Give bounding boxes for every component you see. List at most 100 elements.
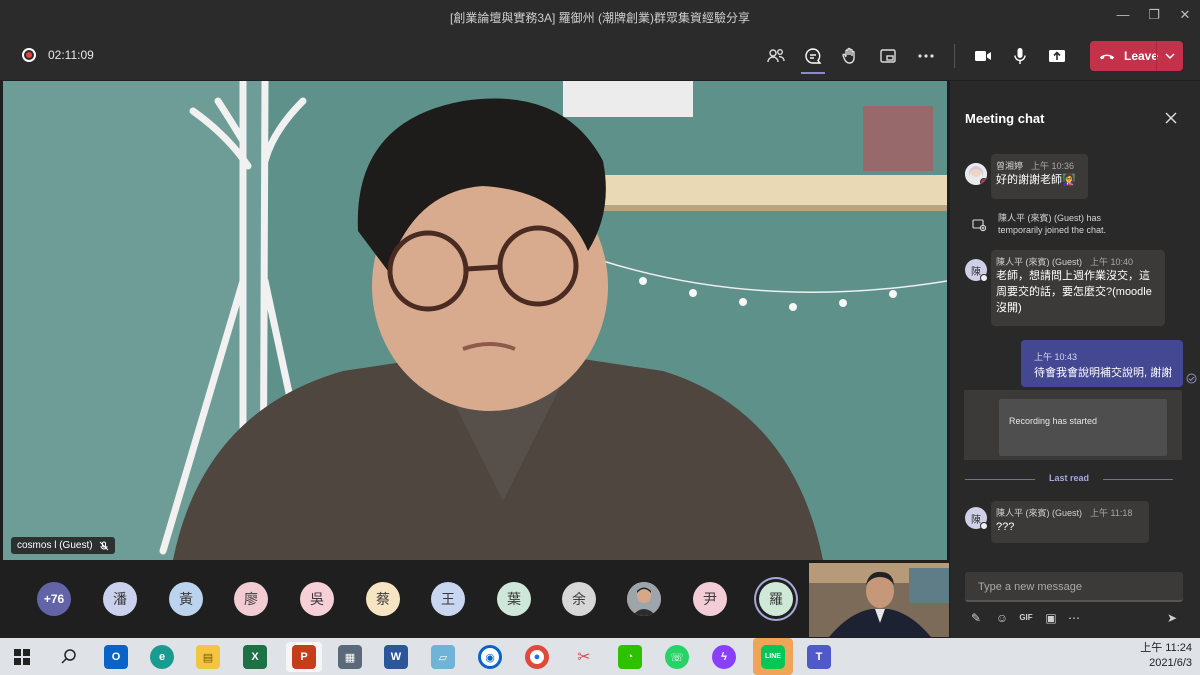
teams-icon[interactable]: T — [807, 645, 831, 669]
message-text: ??? — [996, 521, 1015, 533]
my-chat-message: 上午 10:43 待會我會說明補交說明, 謝謝 — [1021, 340, 1183, 387]
message-compose-input[interactable]: Type a new message — [965, 572, 1183, 602]
line-icon: LINE — [761, 644, 785, 669]
meeting-control-bar: 02:11:09 Leave — [0, 32, 1200, 80]
microphone-button[interactable] — [1008, 44, 1032, 68]
sender-avatar: 陳 — [965, 259, 988, 282]
word-icon[interactable]: W — [384, 645, 408, 669]
share-screen-icon — [1049, 50, 1065, 62]
mic-off-icon — [99, 541, 108, 550]
title-bar: [創業論壇與實務3A] 羅御州 (潮牌創業)群眾集資經驗分享 — ❐ ✕ — [0, 0, 1200, 32]
more-participants-button[interactable]: +76 — [37, 582, 71, 616]
hand-icon — [842, 47, 855, 64]
chrome-icon[interactable]: ● — [525, 645, 549, 669]
messenger-icon[interactable]: ϟ — [712, 645, 736, 669]
camera-button[interactable] — [971, 44, 995, 68]
more-options-icon[interactable]: ⋯ — [1066, 610, 1082, 626]
participant-avatar[interactable]: 吳 — [300, 582, 334, 616]
gif-icon[interactable]: GIF — [1018, 610, 1034, 626]
close-window-icon[interactable]: ✕ — [1177, 7, 1193, 23]
chat-message: 陳人平 (來賓) (Guest) 上午 11:18 ??? — [991, 501, 1149, 543]
powerpoint-icon: P — [292, 645, 316, 669]
wechat-icon[interactable]: ◔ — [618, 645, 642, 669]
edge-icon[interactable]: e — [150, 645, 174, 669]
windows-taskbar: O e ▤ X P ▦ W ▱ ◉ ● ✂ ◔ ☏ ϟ LINE T 上午 11… — [0, 638, 1200, 675]
participant-avatar[interactable]: 王 — [431, 582, 465, 616]
taskbar-highlighted-app[interactable]: LINE — [753, 638, 793, 675]
message-text-line: 沒開) — [996, 302, 1022, 314]
active-speaker-avatar[interactable]: 羅 — [759, 582, 793, 616]
read-receipt-icon — [1186, 373, 1197, 384]
message-time: 上午 11:18 — [1090, 508, 1133, 518]
system-clock[interactable]: 上午 11:24 2021/6/3 — [1140, 641, 1192, 671]
participant-photo-avatar[interactable] — [627, 582, 661, 616]
leave-split-divider — [1156, 41, 1157, 71]
participant-avatar[interactable]: 潘 — [103, 582, 137, 616]
app-icon[interactable]: ◉ — [478, 645, 502, 669]
outlook-icon[interactable]: O — [104, 645, 128, 669]
participant-avatar[interactable]: 葉 — [497, 582, 531, 616]
main-participant-label: cosmos l (Guest) — [11, 537, 115, 554]
search-icon[interactable] — [60, 648, 77, 665]
rooms-button[interactable] — [876, 44, 900, 68]
reactions-button[interactable] — [838, 44, 862, 68]
system-message-line: temporarily joined the chat. — [998, 225, 1107, 235]
participants-button[interactable] — [764, 44, 788, 68]
format-icon[interactable]: ✎ — [968, 610, 984, 626]
participant-avatar[interactable]: 蔡 — [366, 582, 400, 616]
excel-icon[interactable]: X — [243, 645, 267, 669]
message-time: 上午 10:43 — [1034, 352, 1078, 362]
divider-line — [1103, 479, 1173, 480]
recording-notice: Recording has started — [999, 399, 1167, 456]
participant-avatar[interactable]: 余 — [562, 582, 596, 616]
send-icon[interactable]: ➤ — [1164, 610, 1180, 626]
close-icon[interactable] — [1163, 110, 1179, 126]
whatsapp-icon[interactable]: ☏ — [665, 645, 689, 669]
microphone-icon — [1014, 48, 1026, 64]
participant-avatar[interactable]: 黃 — [169, 582, 203, 616]
more-icon — [918, 54, 934, 58]
meeting-timer: 02:11:09 — [48, 48, 94, 62]
emoji-icon[interactable]: ☺ — [994, 610, 1010, 626]
hang-up-icon — [1099, 54, 1115, 60]
sticker-icon[interactable]: ▣ — [1043, 610, 1059, 626]
system-message: 陳人平 (來賓) (Guest) has temporarily joined … — [998, 212, 1168, 236]
message-text: 好的謝謝老師👩‍🏫 — [996, 174, 1076, 186]
message-sender: 陳人平 (來賓) (Guest) — [996, 508, 1083, 518]
participant-strip: +76 潘 黃 廖 吳 蔡 王 葉 余 尹 羅 — [0, 561, 950, 638]
message-text-line: 周要交的話，要怎麼交?(moodle — [996, 286, 1152, 298]
chat-message: 陳人平 (來賓) (Guest) 上午 10:40 老師，想請問上週作業沒交，這 … — [991, 250, 1165, 326]
chat-icon — [805, 48, 822, 64]
notes-icon[interactable]: ▱ — [431, 645, 455, 669]
self-view-frame — [809, 563, 949, 637]
message-time: 上午 10:36 — [1031, 161, 1075, 171]
clock-date: 2021/6/3 — [1149, 657, 1192, 669]
avatar-photo — [627, 582, 661, 616]
system-message-line: 陳人平 (來賓) (Guest) has — [998, 213, 1102, 223]
maximize-icon[interactable]: ❐ — [1146, 7, 1162, 23]
chat-title: Meeting chat — [965, 111, 1045, 126]
people-icon — [767, 49, 785, 63]
chat-button[interactable] — [801, 44, 825, 74]
chevron-down-icon[interactable] — [1163, 47, 1177, 65]
minimize-icon[interactable]: — — [1115, 7, 1131, 23]
participant-avatar[interactable]: 廖 — [234, 582, 268, 616]
file-explorer-icon[interactable]: ▤ — [196, 645, 220, 669]
message-text-line: 老師，想請問上週作業沒交，這 — [996, 270, 1150, 282]
speaker-video-frame — [3, 81, 947, 560]
camera-icon — [975, 51, 991, 61]
chat-join-icon — [972, 219, 986, 232]
taskbar-active-app[interactable]: P — [286, 642, 322, 672]
calculator-icon[interactable]: ▦ — [338, 645, 362, 669]
last-read-label: Last read — [1048, 473, 1090, 483]
snip-icon[interactable]: ✂ — [572, 645, 596, 669]
windows-start-icon[interactable] — [14, 649, 30, 665]
message-time: 上午 10:40 — [1090, 257, 1134, 267]
clock-time: 上午 11:24 — [1140, 642, 1192, 654]
share-button[interactable] — [1045, 44, 1069, 68]
more-actions-button[interactable] — [914, 44, 938, 68]
leave-button[interactable]: Leave — [1090, 41, 1183, 71]
participant-avatar[interactable]: 尹 — [693, 582, 727, 616]
message-text: 待會我會說明補交說明, 謝謝 — [1034, 367, 1173, 379]
participant-name: cosmos l (Guest) — [17, 540, 93, 551]
